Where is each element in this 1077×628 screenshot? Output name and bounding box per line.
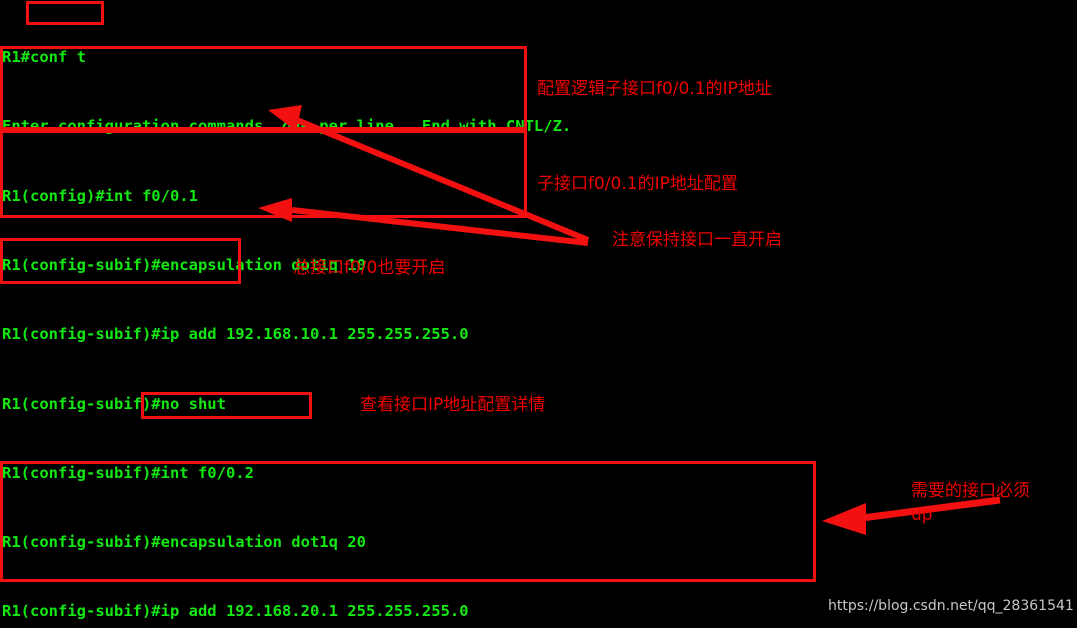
annotation-main-if: 总接口f0/0也要开启 — [293, 258, 446, 278]
watermark: https://blog.csdn.net/qq_28361541 — [828, 598, 1074, 614]
terminal-line: Enter configuration commands, one per li… — [2, 117, 572, 136]
terminal-line: R1#conf t — [2, 48, 86, 67]
annotation-keep-up: 注意保持接口一直开启 — [612, 230, 782, 250]
terminal-line: R1(config-subif)#encapsulation dot1q 10 — [2, 256, 366, 275]
annotation-subif2: 子接口f0/0.1的IP地址配置 — [537, 174, 738, 194]
annotation-subif1: 配置逻辑子接口f0/0.1的IP地址 — [537, 79, 772, 99]
terminal-line: R1(config-subif)#ip add 192.168.10.1 255… — [2, 325, 469, 344]
terminal-screenshot: R1#conf t Enter configuration commands, … — [0, 0, 1077, 628]
annotation-must-up: 需要的接口必须 up — [911, 481, 1030, 525]
terminal-line: R1(config-subif)#encapsulation dot1q 20 — [2, 533, 366, 552]
annotation-show-cmd: 查看接口IP地址配置详情 — [360, 395, 546, 415]
